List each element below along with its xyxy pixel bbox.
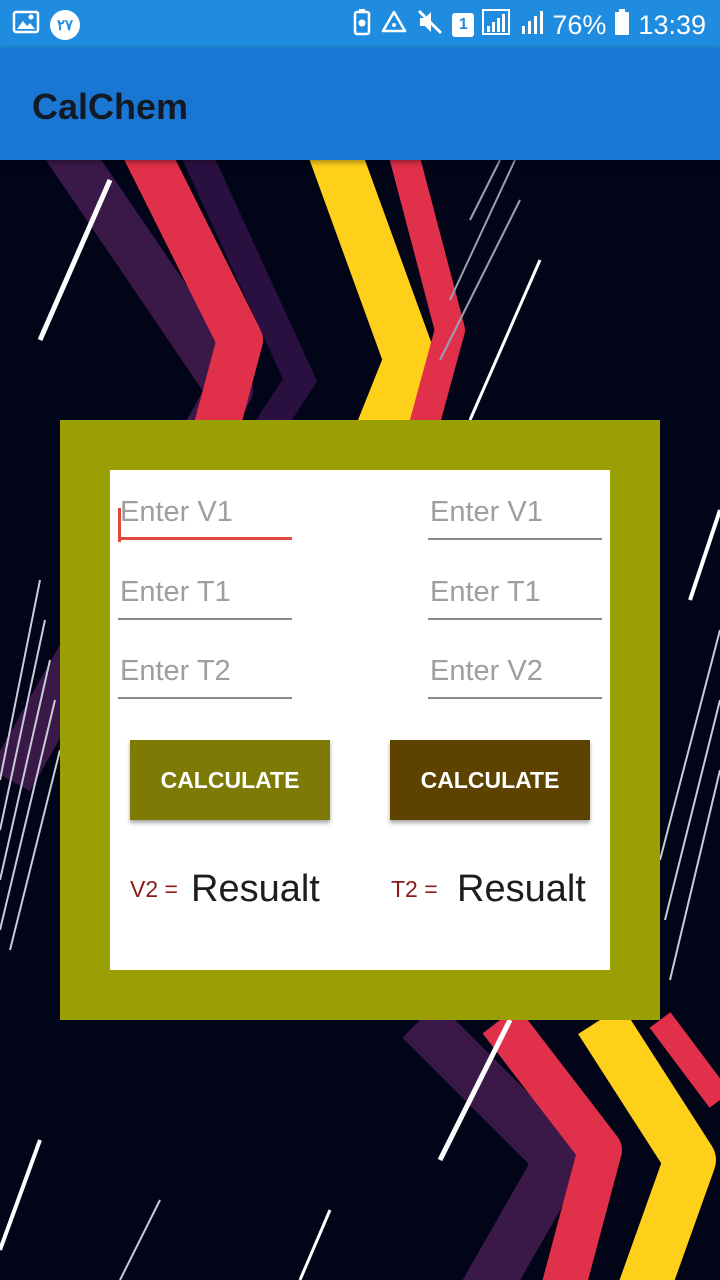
right-t1-field[interactable] (428, 568, 602, 620)
left-t1-field[interactable] (118, 568, 292, 620)
sim-indicator: 1 (452, 12, 475, 37)
signal-icon-sim2 (520, 8, 544, 41)
left-t2-field[interactable] (118, 647, 292, 699)
v2-result-value: Resualt (191, 868, 320, 910)
t2-result-label: T2 = (391, 876, 438, 902)
text-caret (118, 508, 121, 542)
right-v2-input[interactable] (428, 647, 602, 695)
mute-icon (416, 8, 444, 41)
status-bar: ۲۷ 1 76% 13:39 (0, 0, 720, 48)
left-t2-input[interactable] (118, 647, 292, 695)
app-title: CalChem (32, 86, 189, 127)
gallery-icon (12, 9, 40, 40)
battery-percent: 76% (552, 9, 607, 40)
recycle-icon (380, 9, 408, 40)
t2-result-value: Resualt (457, 868, 586, 910)
left-v1-input[interactable] (118, 488, 292, 536)
battery-icon (614, 8, 630, 41)
left-v1-field[interactable] (118, 488, 292, 542)
right-v1-input[interactable] (428, 488, 602, 536)
calculate-v2-button[interactable]: CALCULATE (130, 740, 330, 820)
right-t1-input[interactable] (428, 568, 602, 616)
signal-icon-sim1 (482, 8, 512, 41)
v2-result-label: V2 = (130, 876, 178, 902)
right-v2-field[interactable] (428, 647, 602, 699)
right-v1-field[interactable] (428, 488, 602, 540)
notification-count-badge: ۲۷ (50, 9, 80, 40)
left-t1-input[interactable] (118, 568, 292, 616)
calculate-t2-button[interactable]: CALCULATE (390, 740, 590, 820)
clock: 13:39 (638, 9, 706, 40)
status-right: 1 76% 13:39 (352, 8, 706, 41)
status-left: ۲۷ (12, 9, 80, 40)
battery-saver-icon (352, 8, 372, 41)
app-bar: CalChem (0, 48, 720, 160)
